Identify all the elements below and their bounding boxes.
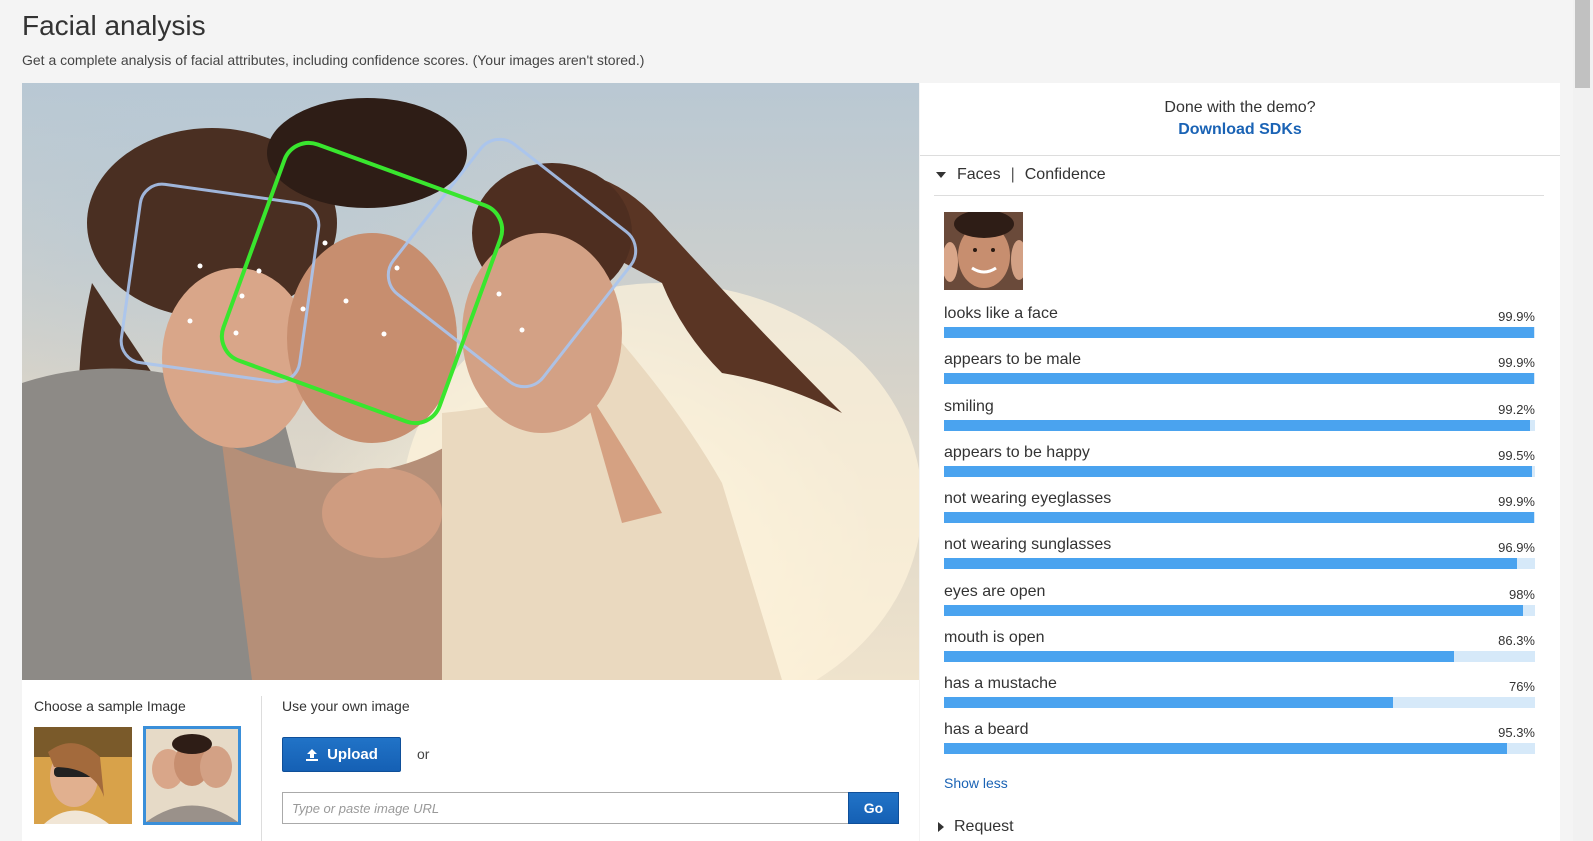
confidence-bar [944,466,1535,477]
attribute-label: appears to be happy [944,444,1090,461]
page-scrollbar[interactable] [1573,0,1593,841]
confidence-bar-fill [944,743,1508,754]
confidence-bar [944,420,1535,431]
attribute-row: eyes are open 98% [944,583,1535,623]
results-panel: Done with the demo? Download SDKs Faces … [920,83,1560,841]
attribute-percent: 99.9% [1498,309,1535,324]
upload-button-label: Upload [327,746,378,763]
confidence-bar-fill [944,651,1455,662]
or-text: or [417,746,430,762]
attribute-row: appears to be happy 99.5% [944,444,1535,484]
attribute-label: not wearing eyeglasses [944,490,1112,507]
confidence-bar-fill [944,373,1535,384]
section-divider [920,155,1560,156]
page-subtitle: Get a complete analysis of facial attrib… [22,52,645,68]
confidence-bar [944,327,1535,338]
attribute-label: not wearing sunglasses [944,536,1112,553]
attribute-row: has a mustache 76% [944,675,1535,715]
image-url-input[interactable] [282,792,849,824]
page-title: Facial analysis [22,10,206,41]
confidence-bar-fill [944,466,1533,477]
attribute-label: eyes are open [944,583,1046,600]
image-picker-panel: Choose a sample Image Use your own image… [22,680,919,841]
separator: | [1010,166,1015,183]
confidence-bar-fill [944,512,1535,523]
attribute-percent: 99.9% [1498,355,1535,370]
confidence-bar [944,558,1535,569]
attribute-row: mouth is open 86.3% [944,629,1535,669]
confidence-bar [944,512,1535,523]
analyzed-photo [22,83,919,680]
attribute-label: has a beard [944,721,1029,738]
attribute-row: has a beard 95.3% [944,721,1535,761]
demo-done-text: Done with the demo? [1164,99,1316,116]
own-image-label: Use your own image [282,698,410,714]
photo-illustration [22,98,919,680]
upload-icon [306,748,319,761]
request-section-toggle[interactable]: Request [938,818,1014,836]
attribute-percent: 98% [1508,587,1535,602]
attribute-label: appears to be male [944,351,1081,368]
confidence-bar-fill [944,558,1517,569]
caret-down-icon [936,172,946,178]
caret-right-icon [938,822,944,832]
faces-section-toggle[interactable]: Faces | Confidence [936,166,1106,184]
confidence-bar [944,651,1535,662]
attribute-row: smiling 99.2% [944,398,1535,438]
attribute-percent: 95.3% [1498,725,1535,740]
attribute-percent: 76% [1508,679,1535,694]
faces-divider [934,195,1544,196]
upload-button[interactable]: Upload [282,737,401,772]
attribute-percent: 99.9% [1498,494,1535,509]
confidence-tab: Confidence [1024,166,1106,183]
request-label: Request [954,818,1014,835]
confidence-bar-fill [944,327,1535,338]
attribute-label: smiling [944,398,994,415]
attribute-label: looks like a face [944,305,1058,322]
sample-image-2-selected[interactable] [143,726,241,825]
confidence-bar-fill [944,605,1524,616]
attribute-row: not wearing sunglasses 96.9% [944,536,1535,576]
confidence-bar [944,373,1535,384]
show-less-link[interactable]: Show less [944,775,1008,791]
download-sdks-link[interactable]: Download SDKs [920,121,1560,139]
detected-face-thumbnail[interactable] [944,212,1023,290]
attribute-percent: 99.2% [1498,402,1535,417]
attribute-percent: 99.5% [1498,448,1535,463]
panel-divider [261,696,262,841]
confidence-bar [944,697,1535,708]
attribute-label: mouth is open [944,629,1045,646]
sample-image-1[interactable] [34,727,132,824]
confidence-bar-fill [944,697,1394,708]
attribute-percent: 96.9% [1498,540,1535,555]
attribute-label: has a mustache [944,675,1057,692]
faces-tab: Faces [957,166,1001,183]
go-button[interactable]: Go [848,792,899,824]
scrollbar-thumb[interactable] [1575,0,1590,88]
confidence-bar [944,743,1535,754]
attribute-row: not wearing eyeglasses 99.9% [944,490,1535,530]
attribute-row: looks like a face 99.9% [944,305,1535,345]
confidence-bar [944,605,1535,616]
confidence-bar-fill [944,420,1531,431]
attribute-percent: 86.3% [1498,633,1535,648]
attribute-row: appears to be male 99.9% [944,351,1535,391]
sample-images-label: Choose a sample Image [34,698,186,714]
